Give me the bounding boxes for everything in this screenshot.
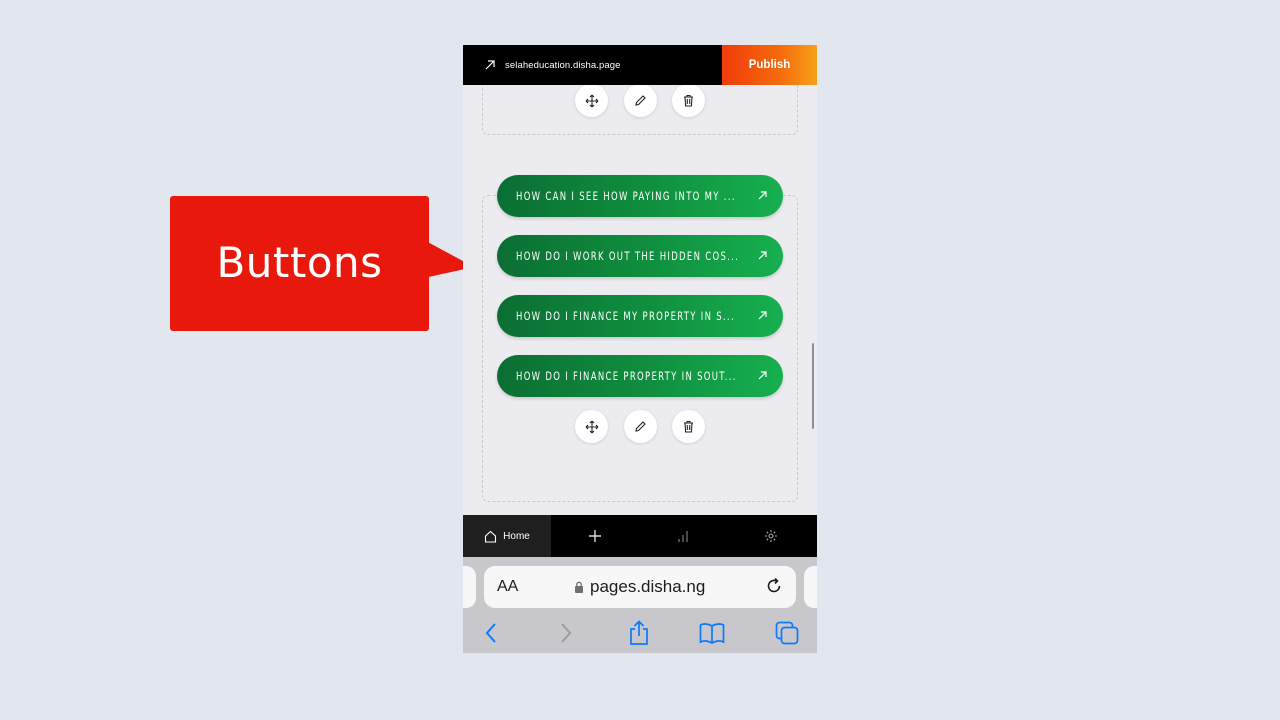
link-button-3[interactable]: HOW DO I FINANCE MY PROPERTY IN S... <box>497 295 783 337</box>
share-icon[interactable] <box>626 620 652 646</box>
scrollbar[interactable] <box>812 343 814 429</box>
nav-add[interactable] <box>575 515 615 557</box>
block-toolbar <box>575 85 705 118</box>
previous-tab-peek[interactable] <box>463 566 476 608</box>
arrow-up-right-icon <box>756 309 769 322</box>
delete-button[interactable] <box>672 85 705 117</box>
editor-bottom-nav: Home <box>463 515 817 557</box>
url-display[interactable]: pages.disha.ng <box>574 577 705 597</box>
link-button-4[interactable]: HOW DO I FINANCE PROPERTY IN SOUT... <box>497 355 783 397</box>
edit-button[interactable] <box>623 85 657 117</box>
reload-icon[interactable] <box>764 576 784 596</box>
nav-settings[interactable] <box>751 515 791 557</box>
lock-icon <box>575 581 583 593</box>
editor-canvas: HOW CAN I SEE HOW PAYING INTO MY ... HOW… <box>463 85 817 515</box>
forward-icon[interactable] <box>553 620 579 646</box>
trash-icon <box>684 420 693 433</box>
edit-icon <box>634 95 646 106</box>
nav-home[interactable]: Home <box>463 515 551 557</box>
next-tab-peek[interactable] <box>804 566 817 608</box>
text-size-button[interactable]: AA <box>497 578 518 596</box>
delete-button[interactable] <box>672 410 705 443</box>
screen: Buttons selaheducation.disha.page Publis… <box>0 0 1280 720</box>
domain-text: pages.disha.ng <box>590 577 706 596</box>
site-url[interactable]: selaheducation.disha.page <box>505 60 621 71</box>
callout-label: Buttons <box>216 238 383 287</box>
arrow-up-right-icon <box>756 249 769 262</box>
home-icon <box>485 530 497 543</box>
arrow-up-right-icon <box>756 369 769 382</box>
move-button[interactable] <box>575 85 608 117</box>
address-bar[interactable]: AA pages.disha.ng <box>484 566 796 608</box>
move-icon <box>585 94 598 107</box>
bookmarks-icon[interactable] <box>699 620 725 646</box>
link-button-2[interactable]: HOW DO I WORK OUT THE HIDDEN COS... <box>497 235 783 277</box>
move-button[interactable] <box>575 410 608 443</box>
link-button-label: HOW DO I FINANCE MY PROPERTY IN S... <box>516 309 735 323</box>
browser-chrome: AA pages.disha.ng <box>463 557 817 653</box>
nav-analytics[interactable] <box>663 515 703 557</box>
settings-icon <box>765 530 777 542</box>
external-link-icon[interactable] <box>483 58 497 72</box>
editor-topbar: selaheducation.disha.page Publish <box>463 45 817 85</box>
block-toolbar <box>575 410 705 444</box>
link-button-label: HOW CAN I SEE HOW PAYING INTO MY ... <box>516 189 736 203</box>
arrow-up-right-icon <box>756 189 769 202</box>
tabs-icon[interactable] <box>774 620 800 646</box>
edit-button[interactable] <box>623 410 657 443</box>
analytics-icon <box>678 531 688 542</box>
link-button-label: HOW DO I WORK OUT THE HIDDEN COS... <box>516 249 740 263</box>
add-icon <box>589 530 601 542</box>
back-icon[interactable] <box>478 620 504 646</box>
nav-home-label: Home <box>503 530 530 542</box>
phone-screen: selaheducation.disha.page Publish HOW CA… <box>463 45 817 653</box>
trash-icon <box>684 94 693 107</box>
publish-button[interactable]: Publish <box>722 45 817 85</box>
link-button-label: HOW DO I FINANCE PROPERTY IN SOUT... <box>516 369 737 383</box>
buttons-callout: Buttons <box>170 196 429 331</box>
edit-icon <box>634 421 646 432</box>
link-button-1[interactable]: HOW CAN I SEE HOW PAYING INTO MY ... <box>497 175 783 217</box>
move-icon <box>585 420 598 433</box>
